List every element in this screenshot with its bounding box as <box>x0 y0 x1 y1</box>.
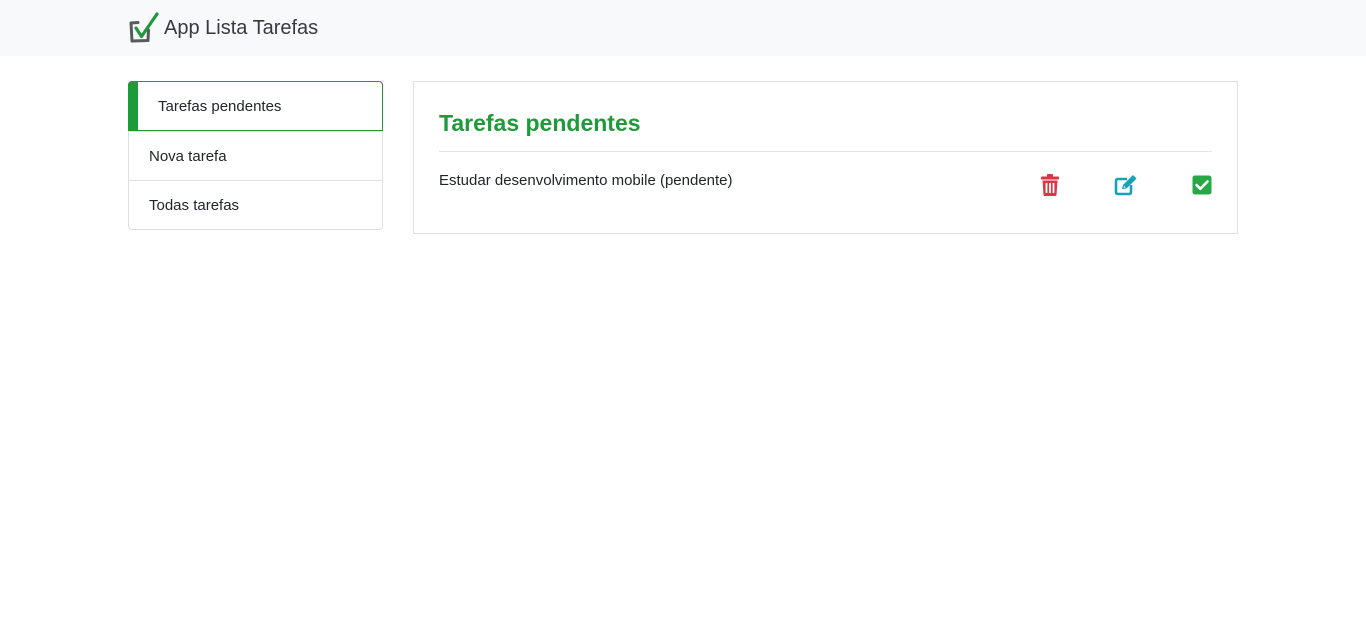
complete-task-button[interactable] <box>1190 173 1214 197</box>
task-row: Estudar desenvolvimento mobile (pendente… <box>439 170 1212 200</box>
page-title: Tarefas pendentes <box>439 110 641 136</box>
sidebar-item-todas-tarefas[interactable]: Todas tarefas <box>129 180 382 229</box>
checkbox-check-icon <box>129 12 159 43</box>
app-title: App Lista Tarefas <box>164 17 319 39</box>
sidebar-item-tarefas-pendentes[interactable]: Tarefas pendentes <box>128 81 383 131</box>
navbar: App Lista Tarefas <box>0 0 1366 56</box>
check-square-icon <box>1192 175 1212 195</box>
sidebar-item-nova-tarefa[interactable]: Nova tarefa <box>129 131 382 180</box>
edit-icon <box>1114 175 1137 196</box>
delete-task-button[interactable] <box>1038 173 1062 197</box>
brand-link[interactable]: App Lista Tarefas <box>128 12 318 44</box>
sidebar-item-label: Todas tarefas <box>149 196 240 214</box>
task-text: Estudar desenvolvimento mobile (pendente… <box>439 172 733 189</box>
sidebar-item-label: Nova tarefa <box>149 147 227 165</box>
trash-icon <box>1041 174 1059 196</box>
sidebar-item-label: Tarefas pendentes <box>158 97 282 115</box>
edit-task-button[interactable] <box>1114 173 1138 197</box>
tasks-panel: Tarefas pendentes Estudar desenvolviment… <box>413 81 1238 234</box>
divider <box>439 151 1212 152</box>
sidebar-menu: Tarefas pendentes Nova tarefa Todas tare… <box>128 81 383 230</box>
